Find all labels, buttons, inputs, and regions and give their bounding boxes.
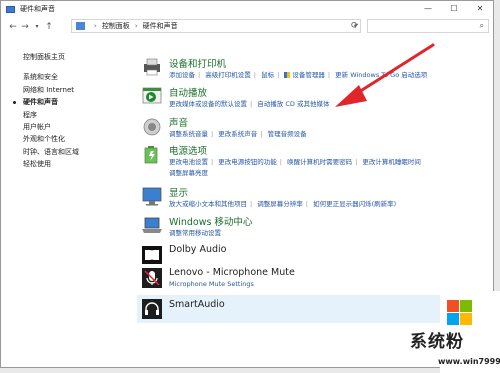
breadcrumb-hardware-sound[interactable]: 硬件和声音: [143, 21, 178, 31]
search-icon[interactable]: ⌕: [480, 21, 484, 31]
refresh-rate-link[interactable]: 如何更正显示器闪烁(刷新率): [313, 200, 396, 208]
forward-arrow-icon[interactable]: →: [19, 22, 31, 32]
dolby-audio-title[interactable]: Dolby Audio: [169, 244, 226, 255]
sidebar-item-ease-of-access[interactable]: 轻松使用: [23, 158, 123, 170]
breadcrumb-control-panel[interactable]: 控制面板: [102, 21, 130, 31]
sidebar: 控制面板主页 系统和安全 网络和 Internet 硬件和声音 程序 用户帐户 …: [13, 51, 123, 171]
autoplay-title[interactable]: 自动播放: [169, 85, 207, 99]
mobility-center-title[interactable]: Windows 移动中心: [169, 214, 252, 228]
laptop-icon[interactable]: [141, 214, 163, 236]
category-dolby-audio: Dolby Audio: [141, 244, 491, 268]
shield-icon: [284, 72, 291, 78]
adjust-volume-link[interactable]: 调整系统音量: [169, 130, 208, 138]
close-button[interactable]: ✕: [467, 1, 493, 17]
microphone-mute-settings-link[interactable]: Microphone Mute Settings: [169, 280, 254, 288]
category-power: 电源选项 更改电池设置 | 更改电源按钮的功能 | 唤醒计算机时需要密码 | 更改计算…: [141, 143, 491, 177]
device-manager-link[interactable]: 设备管理器: [292, 71, 325, 79]
dolby-icon[interactable]: [141, 244, 163, 266]
sidebar-home-link[interactable]: 控制面板主页: [23, 51, 123, 63]
battery-settings-link[interactable]: 更改电池设置: [169, 158, 208, 166]
smartaudio-title[interactable]: SmartAudio: [169, 299, 225, 310]
sidebar-item-programs[interactable]: 程序: [23, 109, 123, 121]
address-row: ← → ▾ ↑ › 控制面板 › 硬件和声音 ▾ ⟳ ⌕: [1, 17, 493, 36]
devices-printers-title[interactable]: 设备和打印机: [169, 56, 226, 70]
sound-title[interactable]: 声音: [169, 115, 188, 129]
category-display: 显示 放大或缩小文本和其他项目 | 调整屏幕分辨率 | 如何更正显示器闪烁(刷新率): [141, 185, 491, 211]
autoplay-icon[interactable]: [141, 85, 163, 107]
microphone-mute-title[interactable]: Lenovo - Microphone Mute: [169, 267, 295, 278]
microphone-mute-icon[interactable]: [141, 267, 163, 289]
recent-chevron-down-icon[interactable]: ▾: [31, 23, 43, 30]
mouse-link[interactable]: 鼠标: [261, 71, 274, 79]
category-smartaudio[interactable]: SmartAudio: [137, 295, 491, 323]
control-panel-icon: [76, 22, 85, 30]
category-microphone-mute: Lenovo - Microphone Mute Microphone Mute…: [141, 267, 491, 293]
advanced-printer-link[interactable]: 高级打印机设置: [205, 71, 251, 79]
category-mobility-center: Windows 移动中心 调整常用移动设置: [141, 214, 491, 240]
title-bar: 硬件和声音 — ☐ ✕: [1, 1, 493, 17]
battery-icon[interactable]: [141, 143, 163, 165]
up-arrow-icon[interactable]: ↑: [43, 22, 55, 32]
sidebar-item-appearance[interactable]: 外观和个性化: [23, 133, 123, 145]
manage-audio-link[interactable]: 管理音频设备: [268, 130, 307, 138]
minimize-button[interactable]: —: [415, 1, 441, 17]
speaker-icon[interactable]: [141, 115, 163, 137]
sidebar-item-hardware-sound[interactable]: 硬件和声音: [13, 96, 123, 108]
wake-password-link[interactable]: 唤醒计算机时需要密码: [287, 158, 352, 166]
mobility-settings-link[interactable]: 调整常用移动设置: [169, 229, 221, 237]
sidebar-item-user-accounts[interactable]: 用户帐户: [23, 121, 123, 133]
control-panel-icon: [6, 5, 15, 13]
address-bar[interactable]: › 控制面板 › 硬件和声音 ▾: [71, 19, 361, 33]
power-button-link[interactable]: 更改电源按钮的功能: [218, 158, 277, 166]
refresh-icon[interactable]: ⟳: [351, 21, 359, 31]
screen-brightness-link[interactable]: 调整屏幕亮度: [169, 169, 208, 177]
change-sounds-link[interactable]: 更改系统声音: [218, 130, 257, 138]
maximize-button[interactable]: ☐: [441, 1, 467, 17]
window-title: 硬件和声音: [20, 5, 55, 13]
category-sound: 声音 调整系统音量 | 更改系统声音 | 管理音频设备: [141, 115, 491, 141]
add-device-link[interactable]: 添加设备: [169, 71, 195, 79]
annotation-arrow-icon: [335, 43, 435, 107]
back-arrow-icon[interactable]: ←: [7, 22, 19, 32]
resolution-link[interactable]: 调整屏幕分辨率: [257, 200, 303, 208]
control-panel-window: 硬件和声音 — ☐ ✕ ← → ▾ ↑ › 控制面板 › 硬件和声音 ▾ ⟳ ⌕…: [0, 0, 494, 368]
watermark-brand: 系统粉: [410, 332, 464, 352]
change-default-media-link[interactable]: 更改媒体或设备的默认设置: [169, 100, 247, 108]
watermark-site: www.win7999.com: [438, 357, 500, 366]
monitor-icon[interactable]: [141, 185, 163, 207]
sidebar-item-security[interactable]: 系统和安全: [23, 71, 123, 83]
sidebar-item-clock-region[interactable]: 时钟、语言和区域: [23, 146, 123, 158]
sleep-time-link[interactable]: 更改计算机睡眠时间: [362, 158, 421, 166]
display-title[interactable]: 显示: [169, 185, 188, 199]
power-title[interactable]: 电源选项: [169, 143, 207, 157]
headphones-icon[interactable]: [141, 298, 163, 320]
search-input[interactable]: ⌕: [367, 19, 489, 33]
printer-icon[interactable]: [141, 56, 163, 78]
windows-logo-icon: [447, 300, 473, 326]
autoplay-cd-link[interactable]: 自动播放 CD 或其他媒体: [257, 100, 329, 108]
sidebar-item-network[interactable]: 网络和 Internet: [23, 84, 123, 96]
breadcrumb-separator-icon: ›: [134, 22, 138, 30]
text-size-link[interactable]: 放大或缩小文本和其他项目: [169, 200, 247, 208]
breadcrumb-separator-icon: ›: [94, 22, 97, 30]
